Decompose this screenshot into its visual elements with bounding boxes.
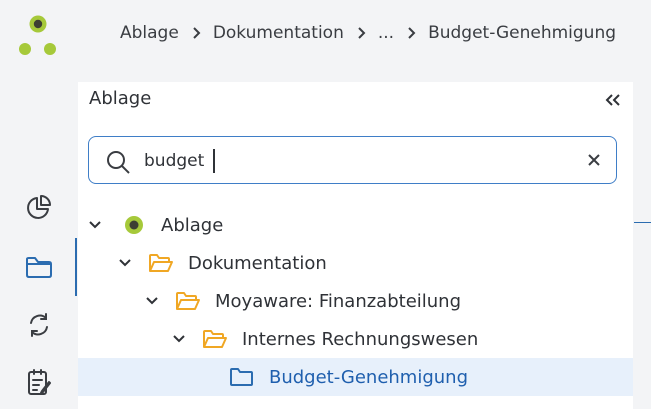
- app-window: Ablage Dokumentation ... Budget-Genehmig…: [0, 0, 651, 409]
- sidebar-item-dashboard[interactable]: [20, 188, 58, 226]
- chevron-down-icon[interactable]: [117, 255, 133, 271]
- double-chevron-left-icon: [605, 94, 620, 106]
- sidebar-item-sync[interactable]: [20, 306, 58, 344]
- sidebar-item-files[interactable]: [20, 248, 58, 286]
- search-input[interactable]: [144, 146, 564, 176]
- breadcrumb-item-ablage[interactable]: Ablage: [120, 23, 179, 43]
- folder-icon: [26, 257, 52, 278]
- breadcrumb: Ablage Dokumentation ... Budget-Genehmig…: [120, 20, 616, 46]
- panel-title: Ablage: [89, 88, 152, 109]
- tree-node-label: Internes Rechnungswesen: [242, 328, 479, 350]
- chevron-down-icon[interactable]: [144, 293, 160, 309]
- clear-search-button[interactable]: [584, 150, 604, 170]
- app-logo: [17, 14, 59, 58]
- breadcrumb-ellipsis[interactable]: ...: [378, 23, 394, 43]
- tree-node-rechnungswesen[interactable]: Internes Rechnungswesen: [78, 320, 633, 358]
- checklist-edit-icon: [28, 369, 51, 395]
- content-divider: [634, 222, 651, 223]
- chevron-down-icon[interactable]: [87, 217, 103, 233]
- search-icon: [107, 151, 130, 174]
- chevron-right-icon: [344, 23, 378, 43]
- folder-open-icon: [175, 290, 201, 312]
- chevron-down-icon[interactable]: [171, 331, 187, 347]
- close-icon: [588, 154, 600, 166]
- sync-icon: [30, 313, 48, 337]
- sidebar-item-tasks[interactable]: [20, 364, 58, 402]
- folder-open-icon: [202, 328, 228, 350]
- left-rail: [0, 0, 78, 409]
- chevron-right-icon: [394, 23, 428, 43]
- folder-open-icon: [148, 252, 174, 274]
- root-dot-icon: [121, 214, 147, 236]
- tree-node-dokumentation[interactable]: Dokumentation: [78, 244, 633, 282]
- tree-node-label: Dokumentation: [188, 252, 327, 274]
- breadcrumb-item-dokumentation[interactable]: Dokumentation: [213, 23, 344, 43]
- tree-node-label: Ablage: [161, 214, 224, 236]
- active-indicator: [75, 238, 77, 296]
- folder-icon: [229, 366, 255, 388]
- file-tree-panel: Ablage budget Ablage Dokumentation Moyaw…: [78, 82, 633, 409]
- text-caret: [213, 149, 215, 173]
- chevron-right-icon: [179, 23, 213, 43]
- breadcrumb-item-current[interactable]: Budget-Genehmigung: [428, 23, 616, 43]
- tree-node-finanzabteilung[interactable]: Moyaware: Finanzabteilung: [78, 282, 633, 320]
- search-box: [88, 136, 617, 184]
- tree-node-label: Moyaware: Finanzabteilung: [215, 290, 462, 312]
- tree-node-label: Budget-Genehmigung: [269, 366, 469, 388]
- tree-node-ablage[interactable]: Ablage: [78, 206, 633, 244]
- pie-chart-icon: [27, 195, 51, 219]
- collapse-panel-button[interactable]: [601, 88, 625, 112]
- tree-node-budget-genehmigung[interactable]: Budget-Genehmigung: [78, 358, 633, 396]
